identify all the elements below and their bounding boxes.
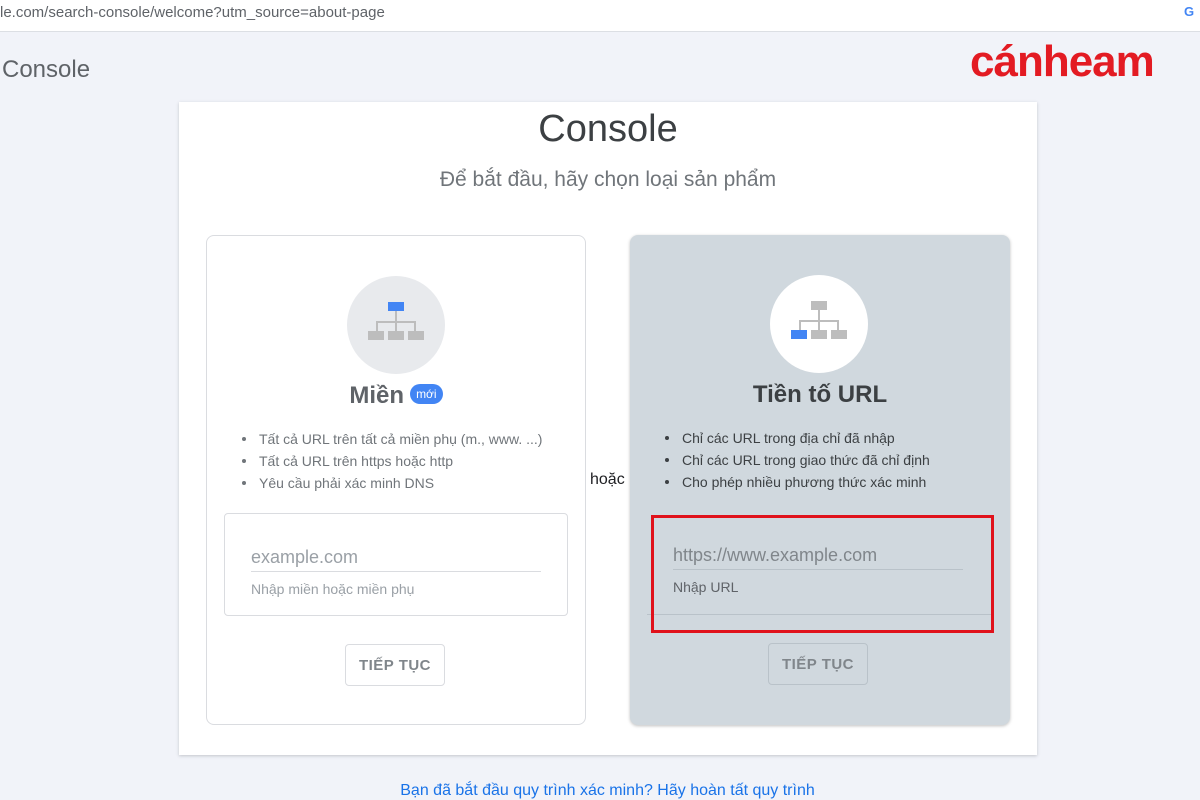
list-item: Cho phép nhiều phương thức xác minh <box>662 471 1002 493</box>
url-prefix-property-panel[interactable]: Tiền tố URL Chỉ các URL trong địa chỉ đã… <box>630 235 1010 725</box>
domain-icon-circle <box>347 276 445 374</box>
domain-property-panel[interactable]: Miền mới Tất cả URL trên tất cả miền phụ … <box>206 235 586 725</box>
app-title: Console <box>2 56 91 83</box>
page-title: Console <box>538 108 678 150</box>
list-item: Chỉ các URL trong giao thức đã chỉ định <box>662 449 1002 471</box>
page-subtitle: Để bắt đầu, hãy chọn loại sản phẩm <box>439 168 777 191</box>
browser-address-bar[interactable]: le.com/search-console/welcome?utm_source… <box>0 0 1200 32</box>
domain-input-box: Nhập miền hoặc miền phụ <box>224 513 568 616</box>
property-type-card: Console Để bắt đầu, hãy chọn loại sản ph… <box>179 102 1037 755</box>
url-prefix-icon-circle <box>770 275 868 373</box>
annotation-highlight-box <box>651 515 994 633</box>
list-item: Yêu cầu phải xác minh DNS <box>239 472 579 494</box>
or-separator: hoặc <box>590 471 625 488</box>
domain-heading: Miền mới <box>207 382 585 410</box>
url-prefix-continue-button[interactable]: TIẾP TỤC <box>768 643 868 685</box>
domain-continue-button[interactable]: TIẾP TỤC <box>345 644 445 686</box>
logo-text: cánheam <box>970 37 1154 86</box>
list-item: Chỉ các URL trong địa chỉ đã nhập <box>662 427 1002 449</box>
canhcam-logo: cánheam <box>970 37 1155 86</box>
domain-feature-list: Tất cả URL trên tất cả miền phụ (m., www… <box>239 428 579 494</box>
url-prefix-feature-list: Chỉ các URL trong địa chỉ đã nhập Chỉ cá… <box>662 427 1002 493</box>
url-prefix-heading: Tiền tố URL <box>752 381 888 408</box>
url-text[interactable]: le.com/search-console/welcome?utm_source… <box>0 4 385 21</box>
list-item: Tất cả URL trên tất cả miền phụ (m., www… <box>239 428 579 450</box>
complete-verification-link[interactable]: Bạn đã bắt đầu quy trình xác minh? Hãy h… <box>0 782 1200 800</box>
domain-input[interactable] <box>251 544 541 572</box>
list-item: Tất cả URL trên https hoặc http <box>239 450 579 472</box>
google-icon[interactable]: G <box>1184 5 1198 19</box>
sitemap-icon <box>368 302 424 340</box>
domain-heading-text: Miền <box>349 382 405 409</box>
new-badge: mới <box>410 383 443 404</box>
sitemap-icon <box>791 301 847 339</box>
domain-input-hint: Nhập miền hoặc miền phụ <box>251 581 415 597</box>
